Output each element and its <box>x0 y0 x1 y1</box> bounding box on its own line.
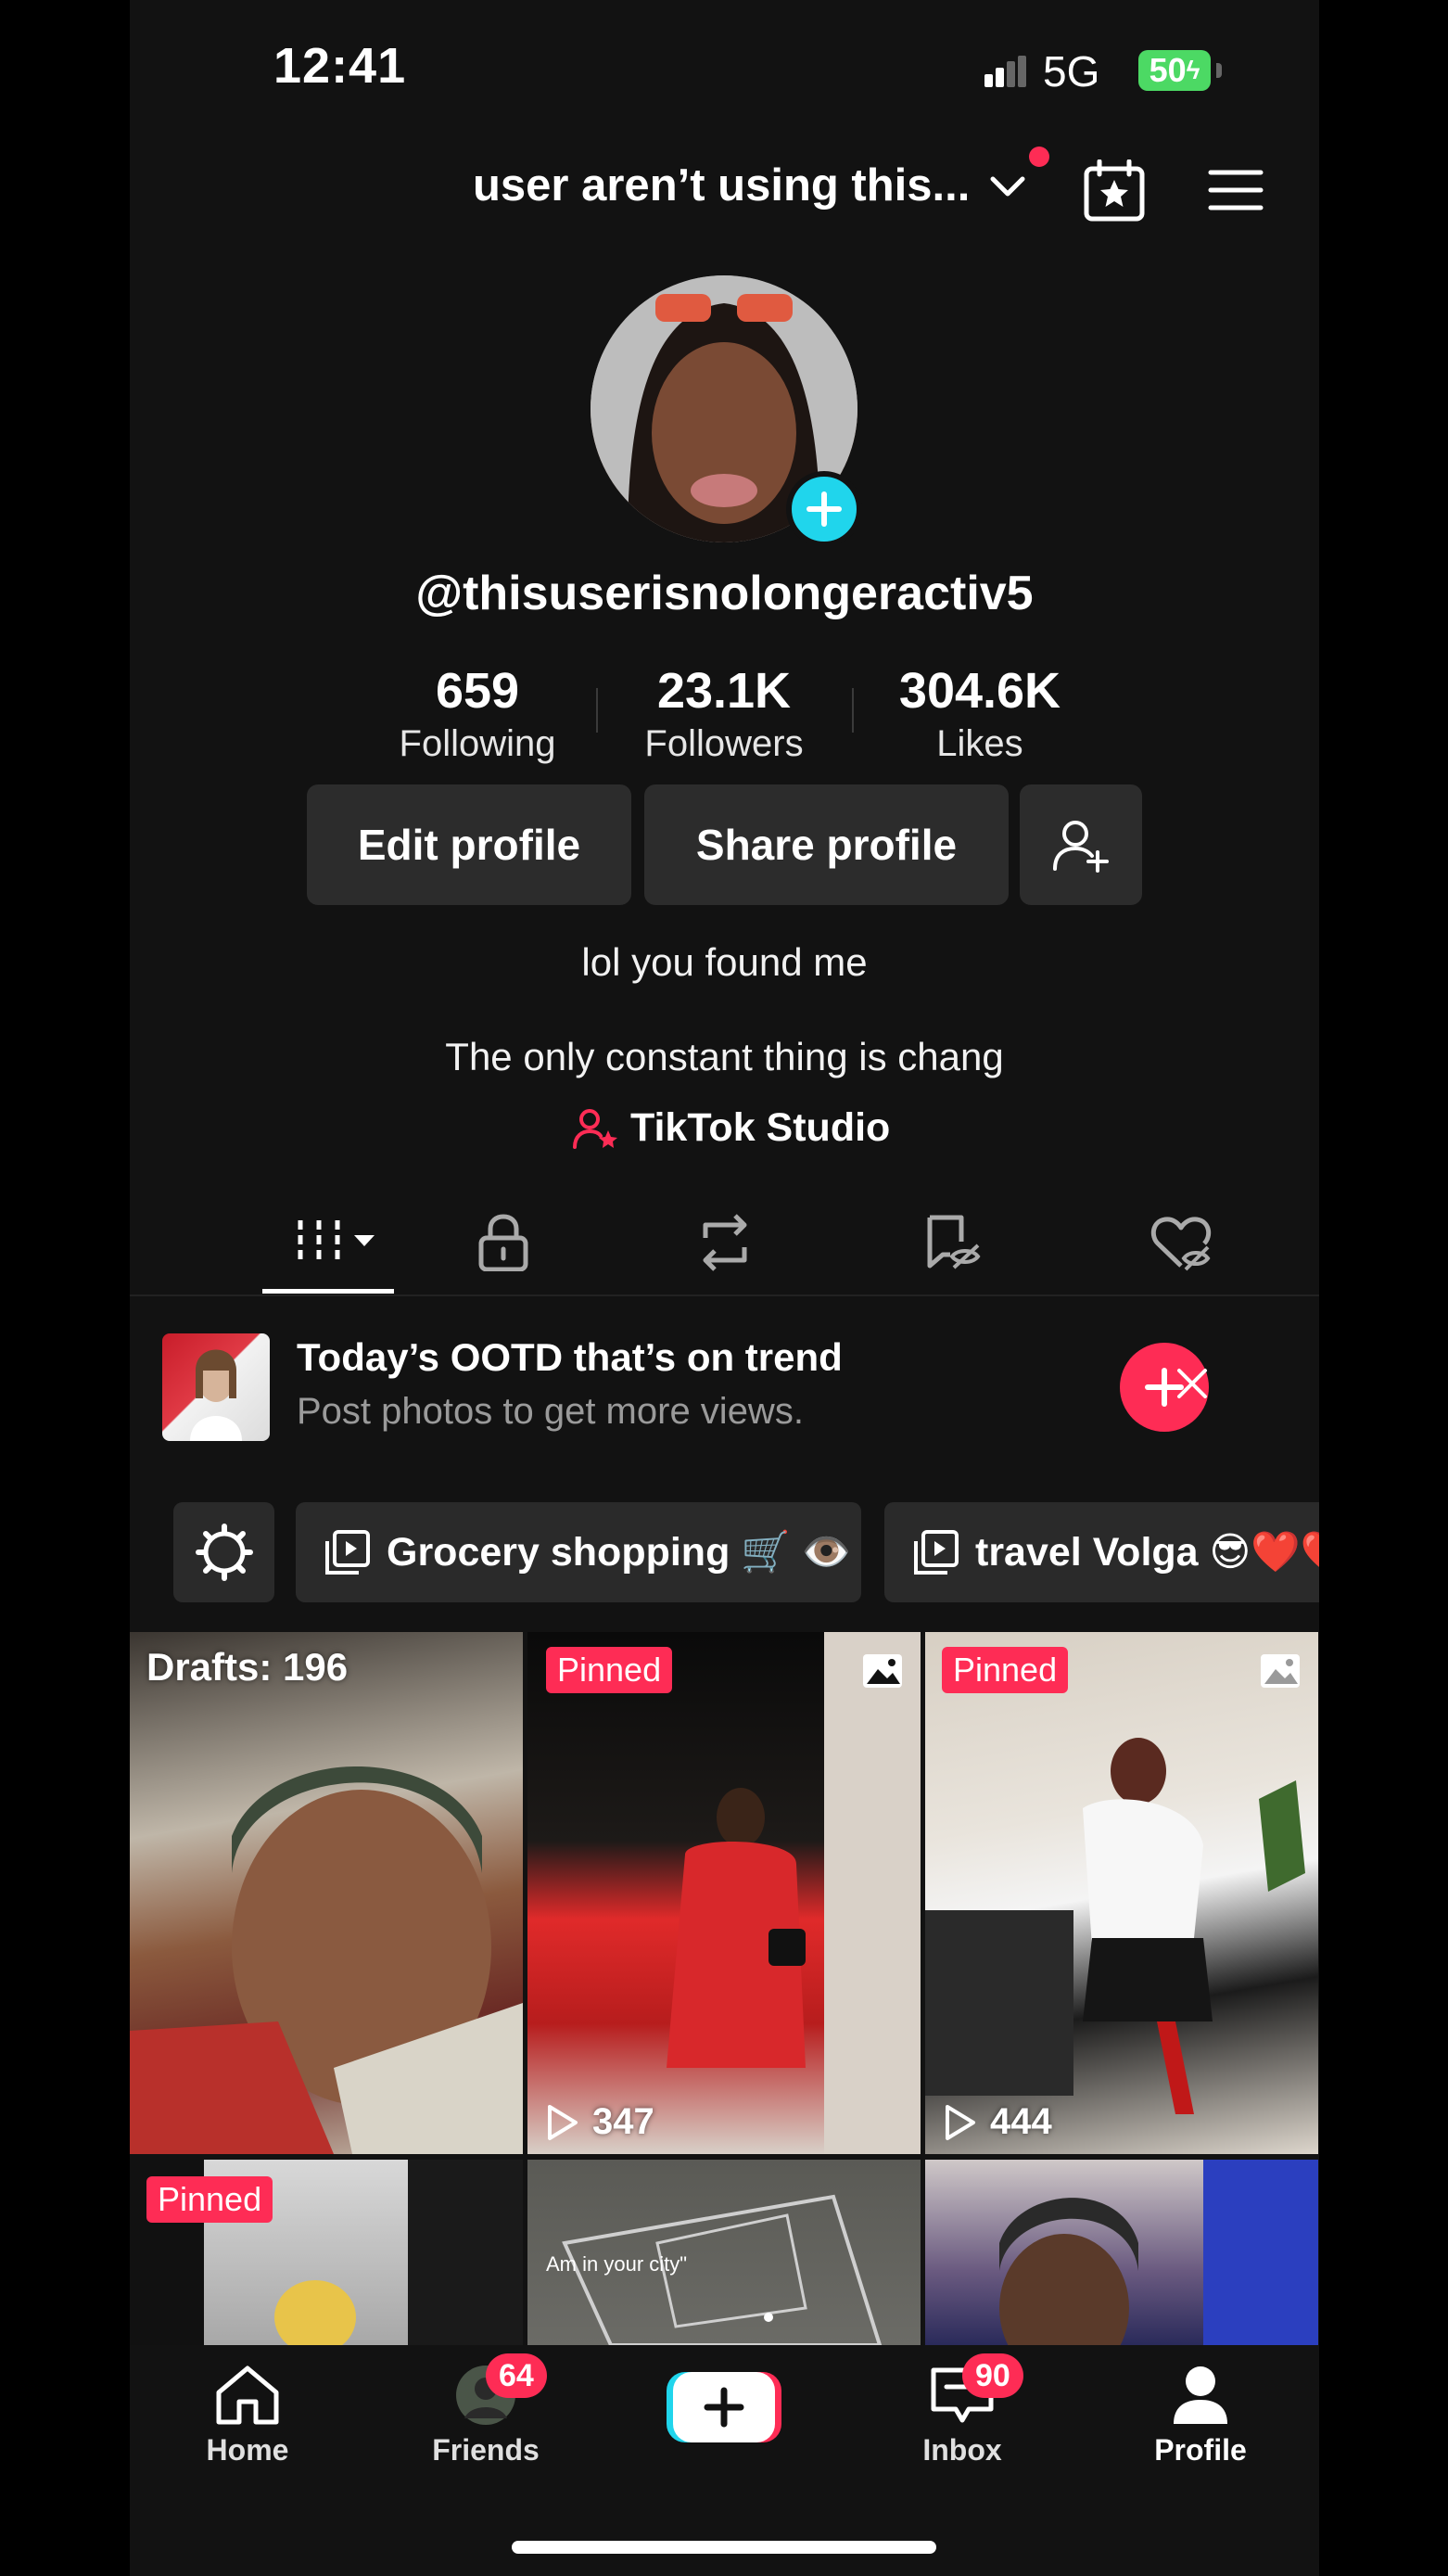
video-thumbnail <box>999 2160 1318 2345</box>
bio-line-1: lol you found me <box>581 940 868 984</box>
signal-icon <box>984 56 1026 87</box>
home-icon <box>216 2366 279 2425</box>
video-tile[interactable]: Am in your city" <box>527 2160 921 2345</box>
notification-dot <box>1029 147 1049 167</box>
tab-liked[interactable] <box>1139 1205 1223 1280</box>
drafts-label: Drafts: 196 <box>146 1645 349 1689</box>
tab-divider <box>130 1294 1319 1296</box>
playlist-label: Grocery shopping 🛒 👁️ <box>387 1530 852 1575</box>
inbox-badge: 90 <box>962 2353 1023 2398</box>
status-time: 12:41 <box>273 38 407 94</box>
bio-line-2: The only constant thing is chang <box>445 1035 1004 1078</box>
promo-subtitle: Post photos to get more views. <box>297 1391 804 1432</box>
drafts-tile[interactable]: Drafts: 196 <box>130 1632 523 2154</box>
video-thumbnail <box>667 1632 921 2154</box>
tab-active-indicator <box>262 1289 394 1294</box>
add-story-button[interactable] <box>786 471 862 547</box>
plus-icon <box>807 491 842 527</box>
add-user-icon <box>1053 821 1109 873</box>
pinned-badge: Pinned <box>546 1647 673 1693</box>
username-handle: @thisuserisnolongeractiv5 <box>415 567 1034 620</box>
likes-count[interactable]: 304.6K <box>859 662 1100 720</box>
tab-private[interactable] <box>462 1205 545 1280</box>
playlist-icon <box>914 1530 959 1575</box>
video-tile[interactable]: Pinned <box>130 2160 523 2345</box>
following-count[interactable]: 659 <box>357 662 598 720</box>
share-profile-button[interactable]: Share profile <box>644 784 1009 905</box>
hamburger-menu-icon[interactable] <box>1208 167 1264 213</box>
nav-profile[interactable]: Profile <box>1108 2363 1293 2468</box>
studio-icon <box>573 1108 617 1149</box>
nav-home[interactable]: Home <box>155 2363 340 2468</box>
account-switcher[interactable]: user aren’t using this... <box>473 159 970 211</box>
followers-label[interactable]: Followers <box>603 723 845 765</box>
pinned-badge: Pinned <box>942 1647 1069 1693</box>
tab-tagged[interactable] <box>911 1205 995 1280</box>
repost-icon <box>703 1214 747 1271</box>
tagged-icon <box>927 1215 981 1269</box>
battery-level: 50 <box>1149 51 1187 89</box>
view-count: 444 <box>944 2101 1052 2143</box>
video-thumbnail <box>925 1738 1305 2114</box>
battery-indicator: 50 ϟ <box>1138 50 1211 91</box>
video-tile[interactable]: Pinned 444 <box>925 1632 1318 2154</box>
nav-inbox-label: Inbox <box>922 2433 1002 2467</box>
playlist-label: travel Volga 😎❤️❤️ <box>975 1530 1319 1575</box>
edit-profile-button[interactable]: Edit profile <box>307 784 631 905</box>
view-count-value: 444 <box>990 2101 1052 2142</box>
video-tile[interactable]: Pinned 347 <box>527 1632 921 2154</box>
nav-friends-label: Friends <box>432 2433 540 2467</box>
photo-icon <box>863 1654 902 1688</box>
tab-reposts[interactable] <box>683 1205 767 1280</box>
profile-screen: 12:41 5G 50 ϟ user aren’t using this... <box>130 0 1319 2576</box>
nav-friends[interactable]: Friends 64 <box>393 2353 578 2468</box>
tab-videos[interactable] <box>286 1205 398 1280</box>
play-icon <box>946 2104 975 2140</box>
following-label[interactable]: Following <box>357 723 598 765</box>
profile-icon <box>1174 2366 1227 2424</box>
playlist-icon <box>325 1530 370 1575</box>
video-thumbnail <box>130 1766 523 2154</box>
nav-home-label: Home <box>206 2433 289 2467</box>
nav-profile-label: Profile <box>1154 2433 1247 2467</box>
playlist-settings-button[interactable] <box>173 1502 274 1602</box>
photo-icon <box>1261 1654 1300 1688</box>
studio-label: TikTok Studio <box>630 1105 891 1150</box>
create-button[interactable] <box>667 2370 781 2444</box>
add-friend-button[interactable] <box>1020 784 1142 905</box>
network-label: 5G <box>1043 47 1100 96</box>
view-count: 347 <box>546 2101 654 2143</box>
charging-icon: ϟ <box>1186 56 1200 84</box>
nav-inbox[interactable]: Inbox 90 <box>870 2353 1055 2468</box>
promo-thumbnail-image <box>190 1349 242 1441</box>
stat-divider <box>596 688 598 733</box>
liked-icon <box>1150 1217 1212 1271</box>
pinned-badge: Pinned <box>146 2176 273 2223</box>
video-caption: Am in your city" <box>546 2252 688 2276</box>
calendar-star-icon[interactable] <box>1083 159 1146 223</box>
followers-count[interactable]: 23.1K <box>603 662 845 720</box>
promo-title: Today’s OOTD that’s on trend <box>297 1335 843 1379</box>
view-count-value: 347 <box>592 2101 654 2142</box>
likes-label[interactable]: Likes <box>859 723 1100 765</box>
videos-grid-icon <box>298 1220 375 1265</box>
chevron-down-icon[interactable] <box>988 172 1027 200</box>
gear-icon <box>195 1524 253 1581</box>
playlist-chip[interactable]: Grocery shopping 🛒 👁️ <box>296 1502 861 1602</box>
battery-cap <box>1216 63 1222 78</box>
playlist-chip[interactable]: travel Volga 😎❤️❤️ <box>884 1502 1319 1602</box>
lock-icon <box>478 1214 528 1271</box>
video-tile[interactable] <box>925 2160 1318 2345</box>
play-icon <box>548 2104 578 2140</box>
close-icon[interactable] <box>1170 1361 1214 1406</box>
home-indicator <box>512 2541 936 2554</box>
stat-divider <box>852 688 854 733</box>
tiktok-studio-link[interactable]: TikTok Studio <box>573 1105 890 1151</box>
friends-badge: 64 <box>486 2353 547 2398</box>
promo-thumbnail <box>162 1333 270 1441</box>
